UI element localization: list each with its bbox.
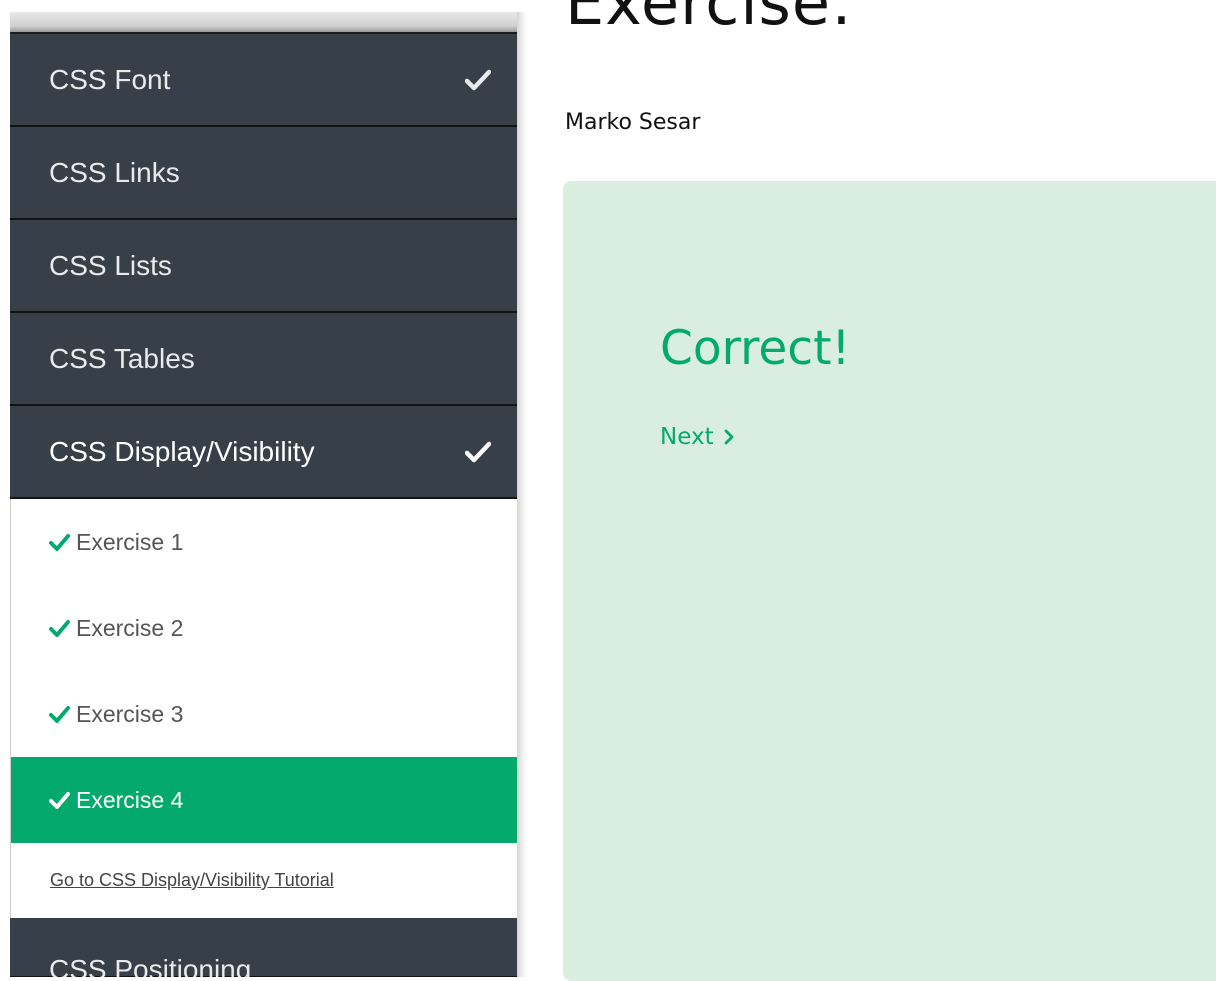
tutorial-link-label: Go to CSS Display/Visibility Tutorial bbox=[50, 870, 334, 890]
top-strip bbox=[0, 0, 528, 12]
exercise-label: Exercise 2 bbox=[76, 614, 184, 641]
check-icon bbox=[49, 706, 70, 723]
sidebar-topic-css-positioning[interactable]: CSS Positioning bbox=[10, 918, 517, 977]
next-link[interactable]: Next bbox=[660, 424, 736, 450]
user-name: Marko Sesar bbox=[565, 110, 701, 135]
exercise-item-1[interactable]: Exercise 1 bbox=[11, 499, 517, 585]
sidebar-topic-label: CSS Display/Visibility bbox=[49, 435, 315, 467]
sidebar-top-edge bbox=[10, 12, 517, 34]
sidebar-topic-css-font[interactable]: CSS Font bbox=[10, 34, 517, 127]
sidebar-topic-label: CSS Links bbox=[49, 156, 180, 188]
result-panel: Correct! Next bbox=[563, 181, 1216, 981]
next-label: Next bbox=[660, 424, 714, 450]
exercise-label: Exercise 3 bbox=[76, 700, 184, 727]
check-icon bbox=[49, 534, 70, 551]
exercise-list: Exercise 1 Exercise 2 Exercise 3 Exercis… bbox=[10, 499, 517, 918]
sidebar-topic-label: CSS Font bbox=[49, 63, 171, 95]
sidebar-topic-css-tables[interactable]: CSS Tables bbox=[10, 313, 517, 406]
sidebar-topic-css-lists[interactable]: CSS Lists bbox=[10, 220, 517, 313]
check-icon bbox=[49, 792, 70, 809]
result-heading: Correct! bbox=[660, 321, 851, 376]
sidebar-topic-css-links[interactable]: CSS Links bbox=[10, 127, 517, 220]
sidebar-topic-css-display-visibility[interactable]: CSS Display/Visibility bbox=[10, 406, 517, 499]
exercise-label: Exercise 4 bbox=[76, 786, 184, 813]
check-icon bbox=[49, 620, 70, 637]
exercise-item-2[interactable]: Exercise 2 bbox=[11, 585, 517, 671]
check-icon bbox=[465, 69, 491, 90]
page-title: Exercise: bbox=[565, 0, 853, 39]
sidebar-shadow bbox=[517, 12, 528, 977]
sidebar-topic-label: CSS Lists bbox=[49, 249, 172, 281]
chevron-right-icon bbox=[724, 429, 733, 445]
check-icon bbox=[465, 441, 491, 462]
sidebar-topic-label: CSS Tables bbox=[49, 342, 195, 374]
tutorial-link[interactable]: Go to CSS Display/Visibility Tutorial bbox=[11, 843, 517, 918]
sidebar-topic-label: CSS Positioning bbox=[49, 954, 252, 977]
exercise-label: Exercise 1 bbox=[76, 528, 184, 555]
sidebar: CSS Font CSS Links CSS Lists CSS Tables … bbox=[10, 12, 517, 977]
exercise-item-4[interactable]: Exercise 4 bbox=[11, 757, 517, 843]
exercise-item-3[interactable]: Exercise 3 bbox=[11, 671, 517, 757]
